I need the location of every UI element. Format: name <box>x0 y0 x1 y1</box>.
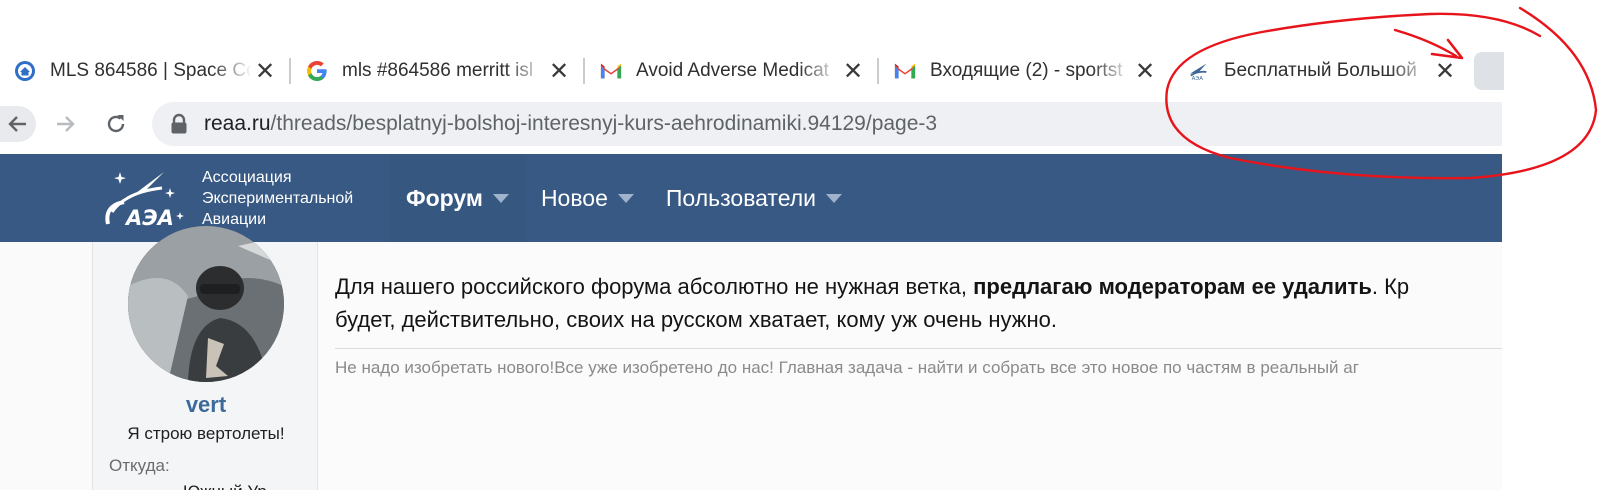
nav-label: Новое <box>540 184 608 211</box>
post-text-line-2: будет, действительно, своих на русском х… <box>335 307 1057 332</box>
post-text-plain: . Кр <box>1371 274 1410 299</box>
reload-button[interactable] <box>98 106 134 142</box>
gmail-icon <box>600 60 622 82</box>
post-text: Для нашего российского форума абсолютно … <box>335 270 1502 336</box>
url-host: reaa.ru <box>204 112 271 135</box>
reload-icon <box>107 115 125 133</box>
nav-forum[interactable]: Форум <box>390 154 525 242</box>
post-user-panel: vert Я строю вертолеты! Откуда: Южный Ур <box>92 226 319 490</box>
org-name-line: Авиации <box>202 211 267 228</box>
home-pin-icon <box>14 60 36 82</box>
tab-gmail-medicat[interactable]: Avoid Adverse Medicat ✕ <box>586 48 879 94</box>
close-tab-icon[interactable]: ✕ <box>252 58 278 85</box>
close-tab-icon[interactable]: ✕ <box>840 58 866 85</box>
from-label: Откуда: <box>109 456 170 475</box>
main-nav: Форум Новое Пользователи <box>390 154 858 242</box>
svg-text:АЭА: АЭА <box>1192 76 1204 82</box>
lock-icon[interactable] <box>170 113 188 135</box>
tab-title: Входящие (2) - sportst <box>930 60 1123 81</box>
post-text-bold: предлагаю модераторам ее удалить <box>973 274 1372 299</box>
tab-separator <box>877 58 879 84</box>
address-bar[interactable]: reaa.ru/threads/besplatnyj-bolshoj-inter… <box>152 102 1502 146</box>
screenshot: { "browser": { "tabs": [ {"title": "MLS … <box>0 0 1600 490</box>
thread-content: vert Я строю вертолеты! Откуда: Южный Ур… <box>0 226 1502 490</box>
nav-new[interactable]: Новое <box>525 154 650 242</box>
forward-button[interactable] <box>47 106 83 142</box>
post-body: Для нашего российского форума абсолютно … <box>319 242 1502 490</box>
org-name-line: Экспериментальной <box>202 190 354 207</box>
gmail-icon <box>894 60 916 82</box>
tab-title: MLS 864586 | Space Co <box>50 60 252 81</box>
caret-down-icon[interactable] <box>492 193 509 203</box>
url-path: /threads/besplatnyj-bolshoj-interesnyj-k… <box>270 112 938 135</box>
org-name: Ассоциация Экспериментальной Авиации <box>202 167 353 230</box>
arrow-right-icon <box>57 116 75 132</box>
post-text-plain: Для нашего российского форума абсолютно … <box>335 274 974 299</box>
close-tab-icon[interactable]: ✕ <box>1132 58 1158 85</box>
tab-title: Avoid Adverse Medicat <box>636 60 829 81</box>
arrow-left-icon <box>8 116 26 132</box>
caret-down-icon[interactable] <box>826 193 843 203</box>
close-tab-icon[interactable]: ✕ <box>1432 58 1458 85</box>
aea-logo[interactable]: АЭА <box>104 162 184 234</box>
tab-mls-space-coast[interactable]: MLS 864586 | Space Co ✕ <box>0 48 291 94</box>
browser-toolbar: reaa.ru/threads/besplatnyj-bolshoj-inter… <box>0 94 1502 154</box>
tab-separator <box>583 58 585 84</box>
org-name-line: Ассоциация <box>202 169 292 186</box>
close-tab-icon[interactable]: ✕ <box>546 58 572 85</box>
nav-label: Форум <box>406 184 483 211</box>
author-title: Я строю вертолеты! <box>127 424 285 443</box>
user-signature: Не надо изобретать нового!Все уже изобре… <box>335 358 1359 377</box>
site-plane-icon: АЭА <box>1188 60 1210 82</box>
tab-google-search[interactable]: mls #864586 merritt isl ✕ <box>292 48 585 94</box>
signature-divider <box>335 348 1502 349</box>
tab-gmail-inbox[interactable]: Входящие (2) - sportst ✕ <box>880 48 1170 94</box>
tab-title: Бесплатный Большой <box>1224 60 1417 81</box>
tab-strip: MLS 864586 | Space Co ✕ mls #864586 merr… <box>0 48 1504 94</box>
caret-down-icon[interactable] <box>617 193 634 203</box>
google-icon <box>306 60 328 82</box>
nav-label: Пользователи <box>665 184 817 211</box>
tab-reaa-active[interactable]: АЭА Бесплатный Большой ✕ <box>1174 48 1470 94</box>
nav-users[interactable]: Пользователи <box>650 154 858 242</box>
back-button[interactable] <box>0 106 36 142</box>
logo-text: АЭА <box>126 206 174 230</box>
avatar[interactable] <box>128 226 284 382</box>
new-tab-edge <box>1474 52 1504 90</box>
tab-separator <box>289 58 291 84</box>
post-author[interactable]: vert <box>93 392 319 418</box>
from-value: Южный Ур <box>183 482 267 490</box>
tab-title: mls #864586 merritt isl <box>342 60 534 81</box>
post-text-line-1: Для нашего российского форума абсолютно … <box>335 270 1502 303</box>
url-text: reaa.ru/threads/besplatnyj-bolshoj-inter… <box>204 112 937 136</box>
